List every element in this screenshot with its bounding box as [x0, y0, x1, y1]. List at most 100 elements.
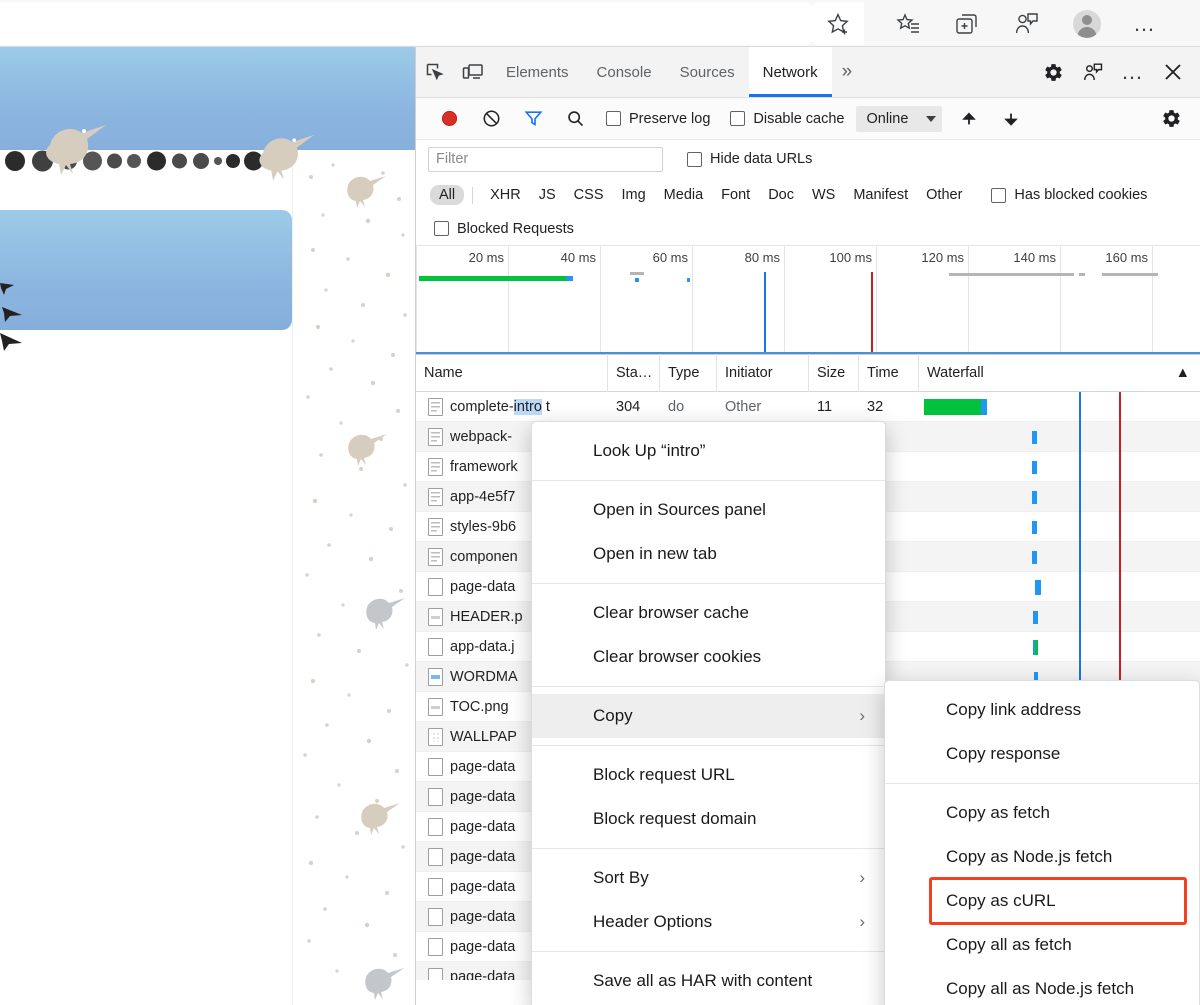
overview-tick-label: 140 ms	[1013, 250, 1056, 265]
checkbox-box[interactable]	[687, 151, 702, 167]
tab-network[interactable]: Network	[748, 47, 832, 97]
menu-item[interactable]: Sort By ›	[532, 856, 885, 900]
menu-item-label: Copy	[593, 706, 633, 725]
tab-console[interactable]: Console	[583, 47, 666, 97]
column-header-initiator[interactable]: Initiator	[717, 354, 809, 392]
menu-item[interactable]: Copy all as Node.js fetch	[885, 967, 1199, 1005]
cell-name[interactable]: complete-intro t	[416, 397, 608, 416]
menu-item-label: Block request URL	[593, 765, 735, 784]
tab-sources[interactable]: Sources	[666, 47, 749, 97]
cell-waterfall	[919, 451, 1200, 482]
menu-item[interactable]: Block request domain	[532, 797, 885, 841]
device-toolbar-icon[interactable]	[454, 47, 492, 97]
waterfall-bar	[1032, 460, 1037, 474]
collections-list-icon[interactable]	[882, 0, 936, 47]
menu-item[interactable]: Header Options ›	[532, 900, 885, 944]
divider	[472, 186, 474, 204]
settings-gear-icon[interactable]	[1034, 62, 1072, 83]
network-overview-timeline[interactable]: 20 ms 40 ms 60 ms 80 ms 100 ms 120 ms 14…	[416, 246, 1200, 354]
load-event-line	[1119, 392, 1121, 422]
type-filter-ws[interactable]: WS	[803, 185, 844, 205]
menu-item[interactable]: Look Up “intro”	[532, 429, 885, 473]
type-filter-all[interactable]: All	[430, 185, 465, 205]
type-filter-img[interactable]: Img	[613, 185, 655, 205]
type-filter-font[interactable]: Font	[712, 185, 759, 205]
filter-toggle-icon[interactable]	[512, 98, 554, 140]
preserve-log-checkbox[interactable]: Preserve log	[606, 111, 710, 127]
search-icon[interactable]	[554, 98, 596, 140]
clear-button[interactable]	[470, 98, 512, 140]
menu-item[interactable]: Clear browser cache	[532, 591, 885, 635]
add-tab-group-icon[interactable]	[940, 0, 994, 47]
menu-item[interactable]: Copy as fetch	[885, 791, 1199, 835]
throttling-select[interactable]: Online	[856, 105, 943, 132]
column-header-status[interactable]: Sta…	[608, 354, 660, 392]
record-button[interactable]	[428, 98, 470, 140]
browser-essentials-icon[interactable]	[1000, 0, 1054, 47]
column-header-name[interactable]: Name	[416, 354, 608, 392]
load-event-line	[1119, 511, 1121, 542]
request-context-menu[interactable]: Look Up “intro” Open in Sources panel Open…	[531, 421, 886, 1005]
checkbox-box[interactable]	[434, 221, 449, 236]
dom-content-loaded-line	[1079, 571, 1081, 602]
menu-item-label: Header Options	[593, 912, 713, 931]
menu-item[interactable]: Block request URL	[532, 753, 885, 797]
menu-item[interactable]: Copy link address	[885, 688, 1199, 732]
menu-item[interactable]: Open in new tab	[532, 532, 885, 576]
checkbox-box[interactable]	[991, 187, 1007, 203]
request-name: page-data	[450, 878, 516, 895]
address-bar-area[interactable]	[0, 2, 812, 45]
profile-avatar[interactable]	[1060, 0, 1114, 47]
menu-item-label: Copy as Node.js fetch	[946, 847, 1113, 866]
column-header-size[interactable]: Size	[809, 354, 859, 392]
filter-input[interactable]: Filter	[428, 146, 663, 172]
overview-ticks: 20 ms 40 ms 60 ms 80 ms 100 ms 120 ms 14…	[416, 246, 1200, 352]
inspect-element-icon[interactable]	[416, 47, 454, 97]
menu-item[interactable]: Copy as Node.js fetch	[885, 835, 1199, 879]
menu-separator	[532, 480, 885, 481]
export-har-icon[interactable]	[990, 98, 1032, 140]
column-header-type[interactable]: Type	[660, 354, 717, 392]
checkbox-box[interactable]	[606, 111, 621, 126]
table-row[interactable]: complete-intro t 304 do Other 11 32	[416, 392, 1200, 422]
menu-item[interactable]: Open in Sources panel	[532, 488, 885, 532]
tab-elements[interactable]: Elements	[492, 47, 583, 97]
type-filter-xhr[interactable]: XHR	[481, 185, 530, 205]
copy-submenu[interactable]: Copy link address Copy response Copy as fe…	[884, 680, 1200, 1005]
disable-cache-checkbox[interactable]: Disable cache	[730, 111, 844, 127]
type-filter-manifest[interactable]: Manifest	[844, 185, 917, 205]
dom-content-loaded-line	[1079, 601, 1081, 632]
request-name: page-data	[450, 788, 516, 805]
menu-item[interactable]: Copy response	[885, 732, 1199, 776]
type-filter-js[interactable]: JS	[530, 185, 565, 205]
load-event-line	[1119, 451, 1121, 482]
has-blocked-cookies-checkbox[interactable]: Has blocked cookies	[991, 187, 1147, 203]
network-settings-gear-icon[interactable]	[1150, 98, 1192, 140]
request-name: WALLPAP	[450, 728, 517, 745]
menu-item[interactable]: Clear browser cookies	[532, 635, 885, 679]
menu-item[interactable]: Copy ›	[532, 694, 885, 738]
customize-devtools-icon[interactable]: …	[1114, 61, 1152, 83]
type-filter-other[interactable]: Other	[917, 185, 971, 205]
more-tabs-icon[interactable]: »	[832, 47, 863, 97]
blocked-requests-row: Blocked Requests	[416, 212, 1200, 246]
close-devtools-icon[interactable]	[1154, 62, 1192, 82]
menu-item[interactable]: Copy as cURL	[885, 877, 1199, 925]
type-filter-media[interactable]: Media	[655, 185, 713, 205]
tab-label: Network	[762, 63, 818, 81]
menu-item[interactable]: Copy all as fetch	[885, 923, 1199, 967]
blocked-requests-checkbox[interactable]: Blocked Requests	[434, 221, 574, 237]
request-name: styles-9b6	[450, 518, 517, 535]
menu-item[interactable]: Save all as HAR with content	[532, 959, 885, 1003]
column-header-time[interactable]: Time	[859, 354, 919, 392]
type-filter-doc[interactable]: Doc	[759, 185, 803, 205]
settings-and-more-icon[interactable]: …	[1118, 0, 1172, 47]
type-filter-css[interactable]: CSS	[565, 185, 613, 205]
hide-data-urls-checkbox[interactable]: Hide data URLs	[687, 151, 812, 167]
feedback-icon[interactable]	[1074, 62, 1112, 83]
import-har-icon[interactable]	[948, 98, 990, 140]
favorite-star-icon[interactable]	[812, 2, 864, 45]
column-header-waterfall[interactable]: Waterfall ▲	[919, 354, 1200, 392]
checkbox-box[interactable]	[730, 111, 746, 126]
menu-item-label: Block request domain	[593, 809, 757, 828]
